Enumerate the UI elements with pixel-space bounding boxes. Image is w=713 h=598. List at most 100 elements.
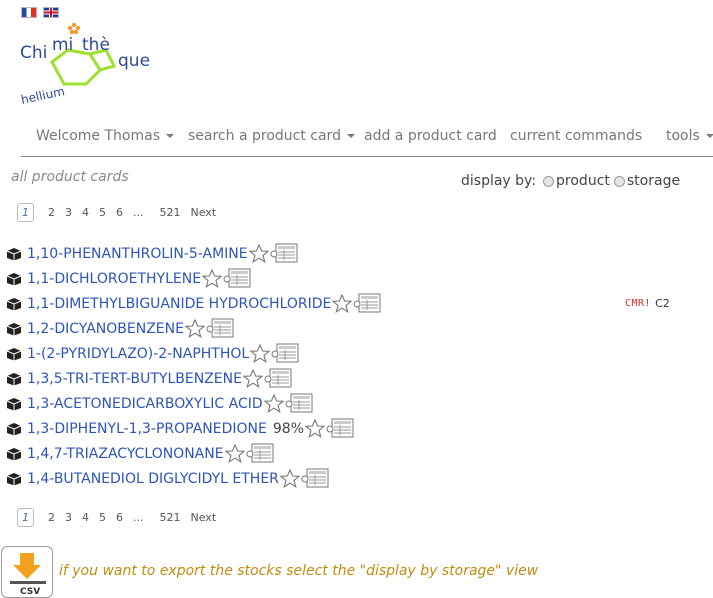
product-link[interactable]: 1,2-DICYANOBENZENE [27, 321, 184, 337]
product-card-icon[interactable] [223, 268, 251, 289]
product-card-icon[interactable] [353, 293, 381, 314]
product-card-icon[interactable] [246, 443, 274, 464]
storage-box-icon[interactable] [6, 297, 22, 311]
storage-box-icon[interactable] [6, 472, 22, 486]
list-item: 1,4-BUTANEDIOL DIGLYCIDYL ETHER [6, 466, 706, 491]
chevron-down-icon [166, 134, 175, 138]
page-link[interactable]: 3 [65, 206, 72, 219]
product-card-icon[interactable] [206, 318, 234, 339]
display-product-label[interactable]: product [556, 173, 610, 189]
product-link[interactable]: 1,4-BUTANEDIOL DIGLYCIDYL ETHER [27, 471, 279, 487]
tools-menu[interactable]: tools [666, 128, 713, 144]
bookmark-star-icon[interactable] [248, 244, 269, 263]
tools-label: tools [666, 128, 700, 144]
page-link[interactable]: 5 [99, 511, 106, 524]
product-card-icon[interactable] [301, 468, 329, 489]
display-by-label: display by: [461, 173, 537, 189]
current-commands-link[interactable]: current commands [510, 128, 642, 144]
list-item: 1,3-DIPHENYL-1,3-PROPANEDIONE 98% [6, 416, 706, 441]
storage-box-icon[interactable] [6, 272, 22, 286]
csv-label: CSV [20, 587, 40, 597]
bookmark-star-icon[interactable] [250, 344, 271, 363]
product-link[interactable]: 1,3-DIPHENYL-1,3-PROPANEDIONE [27, 421, 267, 437]
display-storage-radio[interactable] [613, 175, 625, 187]
bookmark-star-icon[interactable] [279, 469, 300, 488]
list-item: 1,2-DICYANOBENZENE [6, 316, 706, 341]
csv-export-button[interactable]: CSV [1, 546, 53, 598]
page-link[interactable]: 3 [65, 511, 72, 524]
bookmark-star-icon[interactable] [184, 319, 205, 338]
bookmark-star-icon[interactable] [332, 294, 353, 313]
cmr-category: C2 [655, 297, 670, 310]
product-link[interactable]: 1,1-DIMETHYLBIGUANIDE HYDROCHLORIDE [27, 296, 331, 312]
display-storage-label[interactable]: storage [627, 173, 680, 189]
storage-box-icon[interactable] [6, 372, 22, 386]
page-link[interactable]: 2 [48, 511, 55, 524]
page-link[interactable]: 4 [82, 206, 89, 219]
list-item: 1,4,7-TRIAZACYCLONONANE [6, 441, 706, 466]
product-card-icon[interactable] [270, 243, 298, 264]
display-by-selector: display by: product storage [461, 173, 680, 189]
welcome-menu[interactable]: Welcome Thomas [36, 128, 175, 144]
search-product-label: search a product card [188, 128, 341, 144]
page-ellipsis: ... [133, 206, 144, 219]
bookmark-star-icon[interactable] [305, 419, 325, 438]
product-card-icon[interactable] [285, 393, 313, 414]
add-product-link[interactable]: add a product card [364, 128, 497, 144]
cmr-warning-icon: CMR! [625, 298, 652, 309]
product-link[interactable]: 1-(2-PYRIDYLAZO)-2-NAPHTHOL [27, 346, 249, 362]
page-link[interactable]: 5 [99, 206, 106, 219]
product-card-icon[interactable] [264, 368, 292, 389]
download-csv-icon: CSV [10, 553, 46, 597]
chevron-down-icon [347, 134, 356, 138]
storage-box-icon[interactable] [6, 397, 22, 411]
list-item: 1,10-PHENANTHROLIN-5-AMINE [6, 241, 706, 266]
product-link[interactable]: 1,1-DICHLOROETHYLENE [27, 271, 201, 287]
page-link[interactable]: 1 [17, 203, 34, 222]
product-card-icon[interactable] [326, 418, 354, 439]
page-link[interactable]: 2 [48, 206, 55, 219]
storage-box-icon[interactable] [6, 447, 22, 461]
page-link[interactable]: 521 [160, 511, 181, 524]
product-link[interactable]: 1,4,7-TRIAZACYCLONONANE [27, 446, 224, 462]
product-link[interactable]: 1,3,5-TRI-TERT-BUTYLBENZENE [27, 371, 242, 387]
bookmark-star-icon[interactable] [263, 394, 284, 413]
bookmark-star-icon[interactable] [224, 444, 245, 463]
flag-uk-icon[interactable] [43, 7, 59, 18]
search-product-menu[interactable]: search a product card [188, 128, 356, 144]
page-link[interactable]: 4 [82, 511, 89, 524]
flower-icon [67, 22, 81, 35]
all-product-cards-link[interactable]: all product cards [11, 169, 129, 185]
bookmark-star-icon[interactable] [242, 369, 263, 388]
next-page-link[interactable]: Next [191, 206, 217, 219]
page-link[interactable]: 1 [17, 508, 34, 527]
flag-france-icon[interactable] [21, 7, 37, 18]
display-product-radio[interactable] [543, 175, 555, 187]
page-link[interactable]: 521 [160, 206, 181, 219]
main-navbar: Welcome Thomas search a product card add… [21, 116, 713, 157]
purity-label: 98% [272, 420, 304, 437]
next-page-link[interactable]: Next [191, 511, 217, 524]
storage-box-icon[interactable] [6, 422, 22, 436]
product-link[interactable]: 1,10-PHENANTHROLIN-5-AMINE [27, 246, 248, 262]
page-link[interactable]: 6 [116, 206, 123, 219]
bookmark-star-icon[interactable] [202, 269, 223, 288]
product-link[interactable]: 1,3-ACETONEDICARBOXYLIC ACID [27, 396, 263, 412]
list-item: 1,3,5-TRI-TERT-BUTYLBENZENE [6, 366, 706, 391]
list-item: 1,1-DIMETHYLBIGUANIDE HYDROCHLORIDE CMR!… [6, 291, 706, 316]
language-switcher [21, 7, 59, 18]
welcome-label: Welcome Thomas [36, 128, 160, 144]
product-card-icon[interactable] [271, 343, 299, 364]
logo-word-mid1: mi [52, 35, 73, 55]
chimitheque-logo[interactable]: Chi mi thè que hellium [20, 20, 160, 108]
storage-box-icon[interactable] [6, 322, 22, 336]
product-list: 1,10-PHENANTHROLIN-5-AMINE 1,1-DICHLOROE… [6, 241, 706, 491]
list-item: 1-(2-PYRIDYLAZO)-2-NAPHTHOL [6, 341, 706, 366]
storage-box-icon[interactable] [6, 347, 22, 361]
export-hint: if you want to export the stocks select … [59, 563, 539, 579]
storage-box-icon[interactable] [6, 247, 22, 261]
logo-word-mid2: thè [82, 35, 110, 55]
pagination-top: 1 2 3 4 5 6 ... 521 Next [17, 203, 226, 222]
logo-subtitle: hellium [20, 84, 66, 107]
page-link[interactable]: 6 [116, 511, 123, 524]
